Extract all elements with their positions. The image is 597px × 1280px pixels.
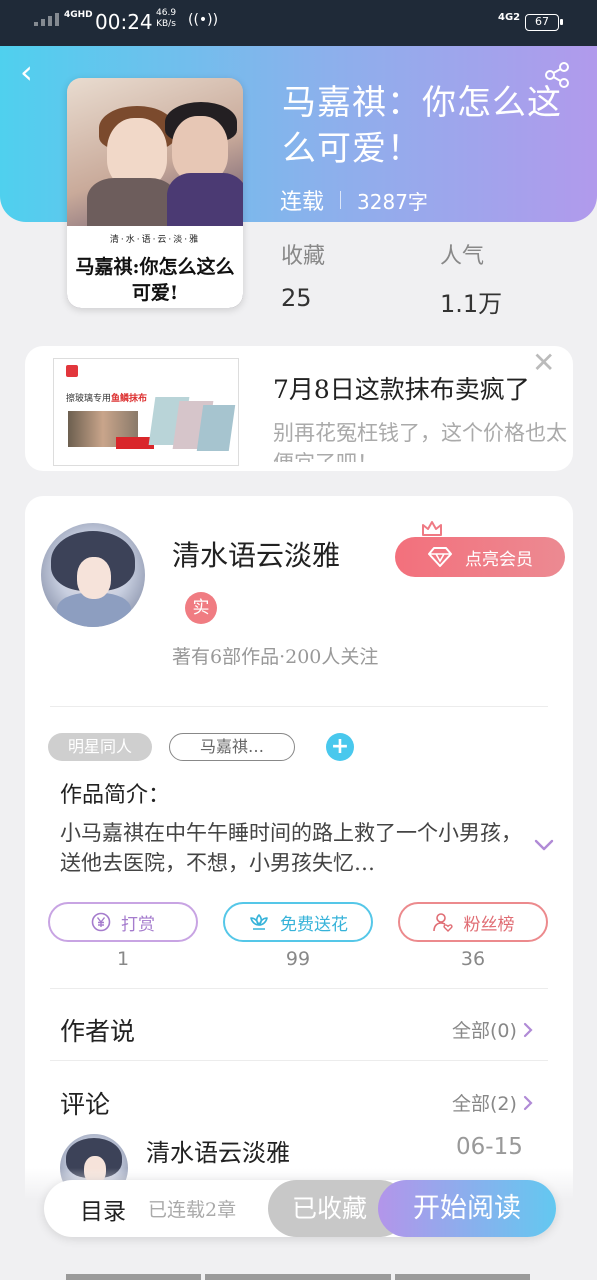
signal-icon xyxy=(34,13,59,26)
status-bar: 4GHD 00:24 46.9 KB/s ((•)) 4G2 67 xyxy=(0,0,597,46)
chevron-right-icon xyxy=(523,1095,533,1110)
back-icon[interactable]: ‹ xyxy=(20,56,50,88)
comment-date: 06-15 xyxy=(456,1134,523,1160)
stat-label: 人气 xyxy=(440,244,485,269)
book-cover[interactable]: 清·水·语·云·淡·雅 马嘉祺:你怎么这么可爱! xyxy=(67,78,243,308)
flower-icon xyxy=(250,914,268,930)
book-status: 连载 xyxy=(280,190,325,215)
author-says-title: 作者说 xyxy=(60,1017,136,1046)
comments-more[interactable]: 全部(2) xyxy=(452,1089,533,1116)
tag-category[interactable]: 明星同人 xyxy=(48,733,152,761)
reward-count: 1 xyxy=(116,948,130,970)
intro-label: 作品简介： xyxy=(60,783,171,808)
intro-text[interactable]: 小马嘉祺在中午午睡时间的路上救了一个小男孩，送他去医院，不想，小男孩失忆… xyxy=(60,818,525,878)
network-type: 4GHD xyxy=(64,10,93,20)
chevron-right-icon xyxy=(523,1022,533,1037)
book-meta: 连载 3287字 xyxy=(280,184,428,216)
send-flower-label: 免费送花 xyxy=(280,914,348,935)
fan-ranking-button[interactable]: 粉丝榜 xyxy=(398,902,548,942)
ad-card[interactable]: 擦玻璃专用鱼鳞抹布 7月8日这款抹布卖疯了 别再花冤枉钱了，这个价格也太便宜了吧… xyxy=(25,346,573,471)
cover-author-text: 清·水·语·云·淡·雅 xyxy=(109,235,201,245)
cover-title-text: 马嘉祺:你怎么这么可爱! xyxy=(75,256,235,304)
ad-image-header-text: 擦玻璃专用 xyxy=(66,394,112,404)
divider xyxy=(50,988,548,989)
author-says-more-label: 全部(0) xyxy=(452,1020,517,1042)
comments-title: 评论 xyxy=(60,1090,111,1119)
book-title: 马嘉祺：你怎么这么可爱！ xyxy=(282,83,562,169)
network-type-2: 4G2 xyxy=(498,12,521,23)
author-says-more[interactable]: 全部(0) xyxy=(452,1016,533,1043)
book-word-count: 3287字 xyxy=(357,189,428,214)
author-stats: 著有6部作品·200人关注 xyxy=(172,646,379,668)
meta-divider xyxy=(340,191,342,209)
reward-label: 打赏 xyxy=(121,914,155,935)
ad-image-header-highlight: 鱼鳞抹布 xyxy=(111,394,148,404)
network-speed: 46.9 KB/s xyxy=(156,8,176,30)
toc-button[interactable]: 目录 xyxy=(80,1192,126,1226)
author-name[interactable]: 清水语云淡雅 xyxy=(172,534,340,574)
speed-unit: KB/s xyxy=(156,19,176,29)
status-time: 00:24 xyxy=(95,10,153,34)
send-flower-button[interactable]: 免费送花 xyxy=(223,902,373,942)
close-icon[interactable]: ✕ xyxy=(532,349,555,377)
ad-image: 擦玻璃专用鱼鳞抹布 xyxy=(53,358,239,466)
tag-character[interactable]: 马嘉祺… xyxy=(169,733,295,761)
stat-favorites: 收藏 25 xyxy=(281,238,325,312)
author-avatar[interactable] xyxy=(41,523,145,627)
crown-icon xyxy=(422,521,442,536)
ad-title: 7月8日这款抹布卖疯了 xyxy=(273,375,530,404)
fan-ranking-label: 粉丝榜 xyxy=(463,914,515,935)
ad-image-header: 擦玻璃专用鱼鳞抹布 xyxy=(66,391,147,404)
chapter-count[interactable]: 已连载2章 xyxy=(148,1195,236,1222)
speed-value: 46.9 xyxy=(156,8,177,18)
diamond-icon xyxy=(428,547,452,567)
comments-more-label: 全部(2) xyxy=(452,1093,517,1115)
user-heart-icon xyxy=(432,913,453,932)
yen-icon xyxy=(91,912,111,932)
reward-button[interactable]: 打赏 xyxy=(48,902,198,942)
start-reading-button[interactable]: 开始阅读 xyxy=(378,1180,556,1237)
chevron-down-icon[interactable] xyxy=(534,838,554,852)
divider xyxy=(50,706,548,707)
battery-icon: 67 xyxy=(525,14,563,31)
ad-description: 别再花冤枉钱了，这个价格也太便宜了吧！ xyxy=(273,421,567,462)
stat-popularity: 人气 1.1万 xyxy=(440,238,502,319)
stat-value: 25 xyxy=(281,284,312,312)
divider xyxy=(50,1060,548,1061)
flower-count: 99 xyxy=(285,948,311,970)
hotspot-icon: ((•)) xyxy=(188,12,219,28)
comment-author[interactable]: 清水语云淡雅 xyxy=(146,1133,290,1168)
verified-badge: 实 xyxy=(185,592,217,624)
stat-label: 收藏 xyxy=(281,244,326,269)
nav-bar-hint xyxy=(205,1274,391,1280)
nav-bar-hint xyxy=(395,1274,530,1280)
fan-count: 36 xyxy=(460,948,486,970)
nav-bar-hint xyxy=(66,1274,201,1280)
stat-value: 1.1万 xyxy=(440,290,503,318)
add-tag-icon[interactable]: + xyxy=(326,733,354,761)
vip-button[interactable]: 点亮会员 xyxy=(395,537,565,577)
vip-label: 点亮会员 xyxy=(465,549,533,570)
